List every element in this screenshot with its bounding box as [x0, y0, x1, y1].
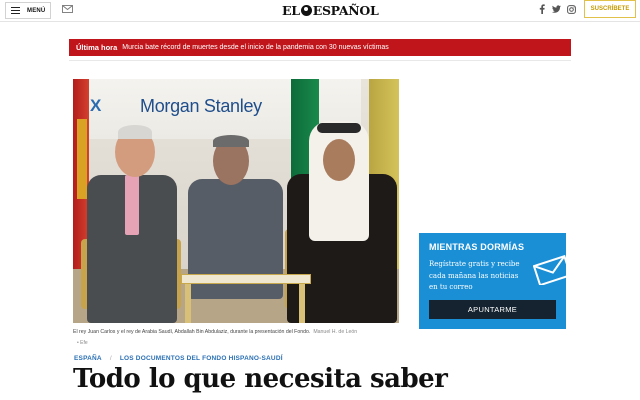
desk-leg: [299, 284, 305, 323]
site-header: MENÚ EL ESPAÑOL SUSCRÍBETE: [0, 0, 640, 22]
breaking-news-text: Murcia bate récord de muertes desde el i…: [122, 44, 389, 51]
breaking-news-label: Última hora: [76, 43, 118, 52]
tag-separator: /: [109, 355, 112, 362]
newsletter-box: MIENTRAS DORMÍAS Regístrate gratis y rec…: [419, 233, 569, 329]
desk-leg: [185, 284, 191, 323]
logo-text-left: EL: [282, 2, 300, 18]
twitter-icon[interactable]: [552, 4, 561, 14]
photo-desk: [181, 274, 311, 284]
menu-label: MENÚ: [27, 7, 46, 14]
article-photo[interactable]: X Morgan Stanley: [73, 79, 399, 323]
newsletter-title: MIENTRAS DORMÍAS: [429, 242, 525, 252]
divider: [69, 60, 571, 61]
hamburger-icon: [11, 7, 20, 14]
subsection-link[interactable]: LOS DOCUMENTOS DEL FONDO HISPANO-SAUDÍ: [120, 355, 283, 362]
logo-eye-icon: [300, 4, 312, 16]
menu-button[interactable]: MENÚ: [5, 2, 51, 19]
logo-text-right: ESPAÑOL: [312, 2, 379, 18]
newsletter-signup-button[interactable]: APUNTARME: [429, 300, 556, 319]
article-tags: ESPAÑA / LOS DOCUMENTOS DEL FONDO HISPAN…: [74, 355, 283, 362]
breaking-news-bar[interactable]: Última hora Murcia bate récord de muerte…: [69, 39, 571, 56]
mail-icon[interactable]: [62, 5, 73, 13]
facebook-icon[interactable]: [537, 4, 546, 14]
envelope-icon: [533, 255, 569, 285]
subscribe-button[interactable]: SUSCRÍBETE: [584, 0, 636, 18]
site-logo[interactable]: EL ESPAÑOL: [282, 2, 379, 18]
article-headline: Todo lo que necesita saber: [73, 364, 448, 394]
newsletter-text: Regístrate gratis y recibe cada mañana l…: [429, 260, 520, 291]
photo-source-text: Efe: [80, 340, 88, 346]
photo-caption: El rey Juan Carlos y el rey de Arabia Sa…: [73, 328, 403, 336]
photo-source: • Efe: [77, 340, 88, 346]
instagram-icon[interactable]: [567, 4, 576, 14]
photo-sign-mark: X: [90, 96, 102, 115]
photo-sign-text: Morgan Stanley: [140, 96, 262, 116]
social-links: [537, 4, 576, 14]
section-link[interactable]: ESPAÑA: [74, 355, 102, 362]
photo-credit: Manuel H. de León: [313, 329, 358, 335]
caption-text: El rey Juan Carlos y el rey de Arabia Sa…: [73, 329, 311, 335]
